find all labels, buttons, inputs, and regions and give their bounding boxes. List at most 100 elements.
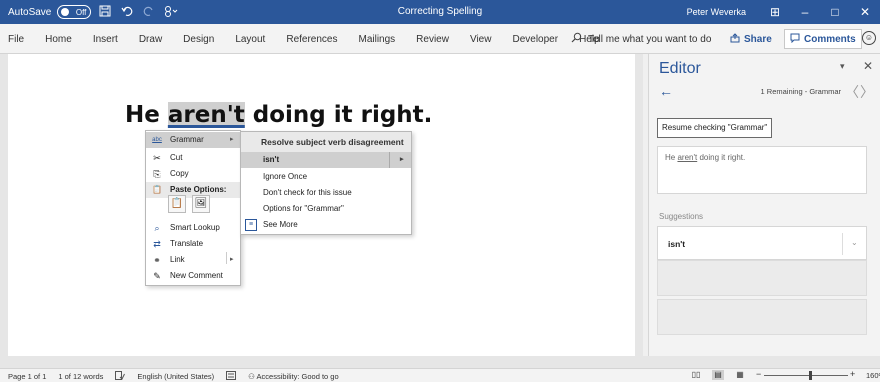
zoom-track-line — [764, 375, 848, 376]
word-count[interactable]: 1 of 12 words — [58, 372, 103, 381]
menu-item-grammar[interactable]: abc Grammar ▸ — [146, 132, 240, 148]
share-label: Share — [744, 33, 772, 45]
resume-checking-button[interactable]: Resume checking "Grammar" — [657, 118, 773, 138]
language[interactable]: English (United States) — [137, 372, 214, 381]
submenu-arrow-icon[interactable]: ▸ — [400, 155, 404, 163]
macro-icon[interactable] — [226, 371, 237, 382]
grammar-icon: abc — [152, 137, 162, 143]
zoom-out-icon[interactable]: − — [756, 369, 761, 379]
menu-item-label: Translate — [170, 239, 204, 248]
title-bar: AutoSave Off Correcting Spelling Peter W… — [0, 0, 880, 24]
menu-item-smart-lookup[interactable]: ⌕ Smart Lookup — [146, 220, 240, 236]
tab-layout[interactable]: Layout — [235, 34, 265, 45]
user-name[interactable]: Peter Weverka — [687, 7, 746, 17]
tab-mailings[interactable]: Mailings — [358, 34, 395, 45]
comment-icon — [790, 33, 800, 46]
quick-access-toolbar: AutoSave Off — [8, 0, 179, 24]
pane-options-icon[interactable]: ▾ — [840, 61, 845, 72]
zoom-level[interactable]: 160% — [866, 371, 880, 380]
ribbon-tabs: File Home Insert Draw Design Layout Refe… — [8, 24, 621, 54]
menu-item-label: See More — [263, 220, 298, 229]
tab-developer[interactable]: Developer — [512, 34, 558, 45]
web-layout-icon[interactable]: ▦ — [734, 370, 746, 380]
suggestion-card[interactable]: isn't ⌄ — [657, 226, 867, 260]
undo-icon[interactable] — [119, 5, 135, 20]
suggestion-label: isn't — [263, 155, 280, 164]
search-icon — [571, 32, 582, 46]
issue-context: He aren't doing it right. — [657, 146, 867, 194]
document-text[interactable]: He aren't doing it right. — [125, 102, 432, 128]
next-issue-icon[interactable]: 〉 — [860, 82, 874, 102]
menu-item-cut[interactable]: ✂ Cut — [146, 150, 240, 166]
zoom-slider[interactable]: − + — [756, 369, 856, 380]
dont-check-issue[interactable]: Don't check for this issue — [241, 185, 411, 201]
chevron-down-icon[interactable]: ⌄ — [851, 238, 858, 247]
context-error-word: aren't — [677, 153, 698, 162]
menu-item-new-comment[interactable]: ✎ New Comment — [146, 268, 240, 284]
proofing-icon[interactable] — [115, 371, 126, 382]
ribbon-display-options-button[interactable]: ⊞ — [760, 0, 790, 24]
close-pane-icon[interactable]: ✕ — [863, 59, 873, 73]
read-mode-icon[interactable]: ▯▯ — [690, 370, 702, 380]
feedback-smiley-icon[interactable]: ☺ — [862, 31, 876, 45]
paste-picture-icon[interactable]: 🖼 — [192, 195, 210, 213]
tab-home[interactable]: Home — [45, 34, 72, 45]
previous-issue-icon[interactable]: 〈 — [845, 82, 859, 102]
back-arrow-icon[interactable]: ← — [659, 83, 673, 99]
tab-file[interactable]: File — [8, 34, 24, 45]
accessibility-status[interactable]: ⚇ Accessibility: Good to go — [248, 372, 339, 381]
submenu-arrow-icon: ▸ — [230, 136, 234, 143]
tab-design[interactable]: Design — [183, 34, 214, 45]
menu-item-translate[interactable]: ⇄ Translate — [146, 236, 240, 252]
ignore-once[interactable]: Ignore Once — [241, 169, 411, 185]
grammar-options[interactable]: Options for "Grammar" — [241, 201, 411, 217]
scissors-icon: ✂ — [153, 153, 161, 163]
share-icon — [730, 32, 740, 46]
paste-keep-formatting-icon[interactable]: 📋 — [168, 195, 186, 213]
page-count[interactable]: Page 1 of 1 — [8, 372, 46, 381]
suggestion-text: isn't — [668, 239, 686, 249]
menu-item-copy[interactable]: ⎘ Copy — [146, 166, 240, 182]
share-button[interactable]: Share — [730, 30, 772, 48]
tab-insert[interactable]: Insert — [93, 34, 118, 45]
customize-icon[interactable] — [163, 5, 179, 20]
menu-item-label: Paste Options: — [170, 185, 227, 194]
menu-item-label: Copy — [170, 169, 189, 178]
tab-review[interactable]: Review — [416, 34, 449, 45]
submenu-arrow-icon: ▸ — [230, 256, 234, 263]
paste-options: 📋 🖼 — [168, 195, 210, 217]
translate-icon: ⇄ — [153, 239, 161, 249]
split-divider — [226, 252, 227, 264]
text-after: doing it right. — [244, 102, 433, 128]
context-before: He — [665, 153, 678, 162]
grammar-error-word[interactable]: aren't — [167, 102, 245, 128]
suggestion-isnt[interactable]: isn't ▸ — [241, 152, 411, 168]
zoom-in-icon[interactable]: + — [850, 369, 855, 379]
accessibility-label: Accessibility: Good to go — [256, 372, 339, 381]
menu-item-label: Grammar — [170, 135, 204, 144]
comments-button[interactable]: Comments — [784, 29, 862, 49]
menu-item-label: New Comment — [170, 271, 223, 280]
menu-item-label: Don't check for this issue — [263, 188, 352, 197]
zoom-thumb[interactable] — [809, 371, 812, 380]
close-button[interactable]: ✕ — [850, 0, 880, 24]
menu-item-label: Options for "Grammar" — [263, 204, 344, 213]
submenu-header: Resolve subject verb disagreement — [241, 132, 411, 152]
accessibility-icon: ⚇ — [248, 372, 257, 381]
redo-icon[interactable] — [141, 5, 157, 20]
save-icon[interactable] — [97, 5, 113, 20]
see-more[interactable]: ≡ See More — [241, 217, 411, 233]
menu-item-label: Ignore Once — [263, 172, 308, 181]
new-comment-icon: ✎ — [153, 271, 161, 281]
autosave-toggle[interactable]: Off — [57, 5, 92, 19]
empty-suggestion-slot — [657, 260, 867, 296]
minimize-button[interactable]: – — [790, 0, 820, 24]
tab-references[interactable]: References — [286, 34, 337, 45]
copy-icon: ⎘ — [153, 169, 161, 179]
print-layout-icon[interactable]: ▤ — [712, 370, 724, 380]
tell-me-box[interactable]: Tell me what you want to do — [571, 24, 711, 54]
maximize-button[interactable]: □ — [820, 0, 850, 24]
tab-draw[interactable]: Draw — [139, 34, 162, 45]
divider — [842, 233, 843, 255]
tab-view[interactable]: View — [470, 34, 492, 45]
